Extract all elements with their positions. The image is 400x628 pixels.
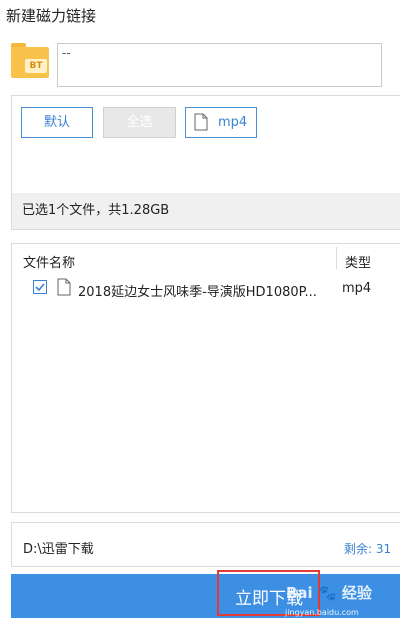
paw-icon: 🐾: [317, 584, 337, 602]
free-space-text: 剩余: 31: [344, 542, 392, 556]
dialog-title: 新建磁力链接: [6, 7, 97, 25]
column-header-name[interactable]: 文件名称: [23, 252, 75, 271]
selection-summary: 已选1个文件，共1.28GB: [12, 193, 400, 229]
watermark-url: jingyan.baidu.com: [285, 608, 359, 617]
mp4-filter-button[interactable]: mp4: [185, 107, 257, 138]
watermark-logo: Bai 🐾 经验: [286, 582, 372, 603]
column-divider[interactable]: [336, 247, 337, 269]
file-row-checkbox[interactable]: [33, 280, 47, 294]
file-row-name[interactable]: 2018延边女士风味季-导演版HD1080P...: [78, 281, 317, 300]
checkmark-icon: [35, 283, 45, 292]
file-row-type: mp4: [342, 281, 372, 296]
select-all-button[interactable]: 全选: [103, 107, 176, 138]
bt-badge: BT: [25, 59, 47, 73]
column-header-type[interactable]: 类型: [345, 252, 371, 271]
file-icon: [57, 278, 71, 296]
file-icon: [194, 113, 208, 131]
watermark-suffix: 经验: [341, 584, 372, 602]
bt-folder-icon: BT: [11, 43, 49, 78]
mp4-filter-label: mp4: [218, 115, 248, 130]
watermark-brand: Bai: [286, 584, 313, 602]
default-button[interactable]: 默认: [21, 107, 93, 138]
magnet-link-input[interactable]: --: [57, 43, 382, 87]
save-path-text[interactable]: D:\迅雷下载: [23, 538, 94, 557]
